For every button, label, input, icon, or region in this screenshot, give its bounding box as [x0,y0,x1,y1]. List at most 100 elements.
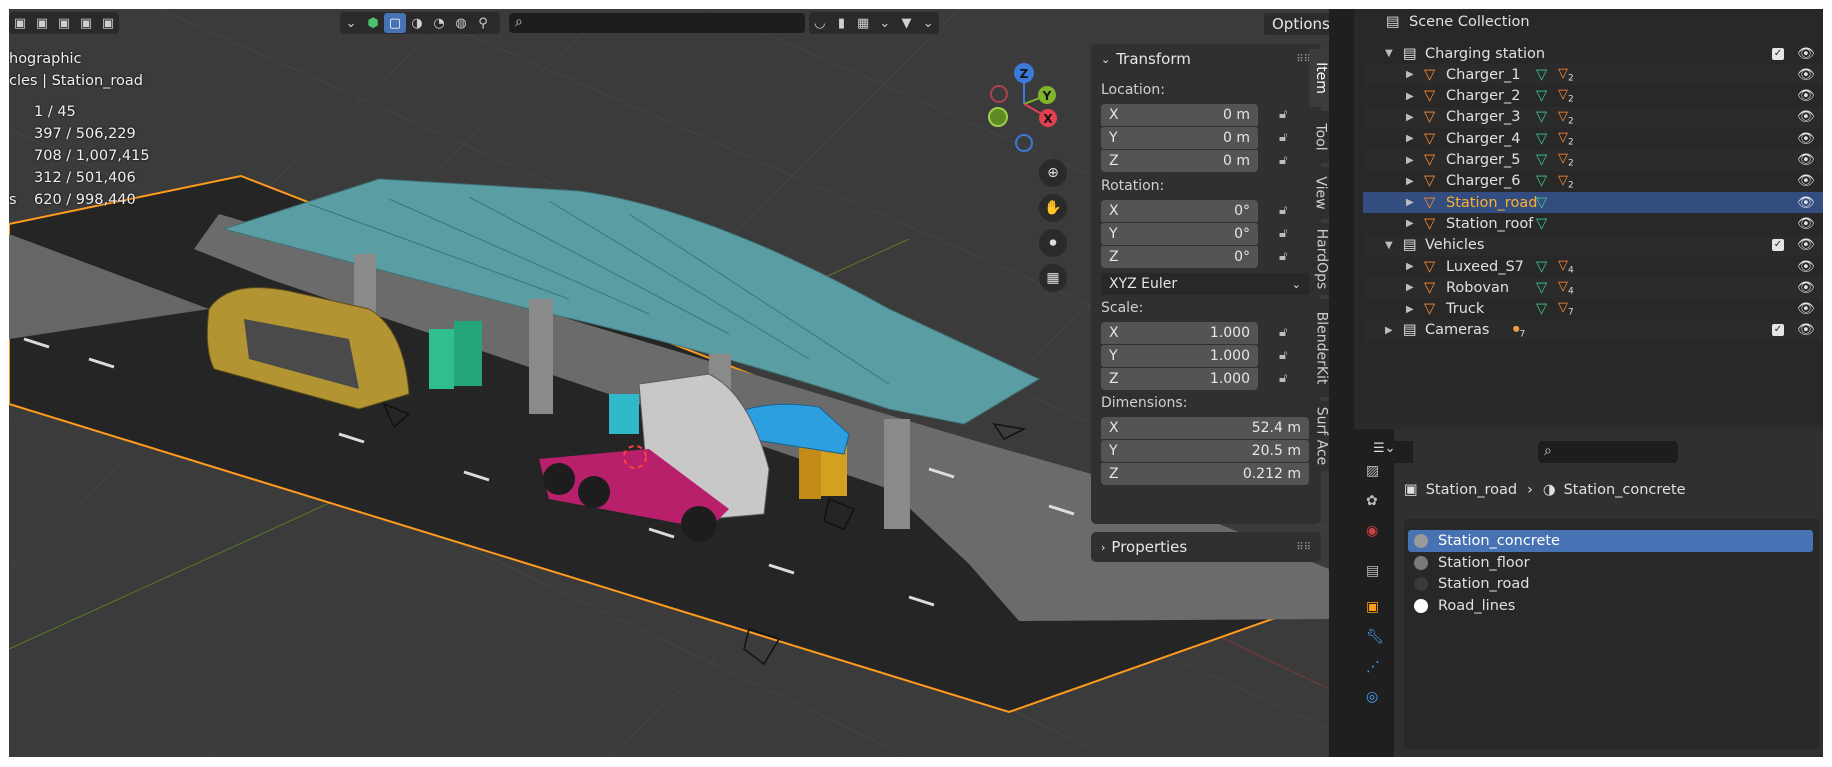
orbit-icon[interactable]: ◡ [809,13,831,33]
mesh-data-icon[interactable]: ▽ [1536,259,1547,275]
outliner-row[interactable]: ▶ ▽ Station_roof ▽ 👁︎ [1363,213,1823,234]
lock-icon[interactable]: 🔓︎ [1279,153,1297,169]
visibility-eye-icon[interactable]: 👁︎ [1797,46,1815,62]
outliner-row[interactable]: ▶ ▽ Charger_4 ▽ ▽2 👁︎ [1363,128,1823,149]
mesh-data-icon[interactable]: ▽ [1536,152,1547,168]
outliner-row[interactable]: ▶ ▤ Cameras ⏺7 ✓ 👁︎ [1363,319,1823,341]
outliner-row[interactable]: ▶ ▽ Charger_6 ▽ ▽2 👁︎ [1363,171,1823,192]
material-slot[interactable]: Station_road [1408,573,1813,595]
visibility-eye-icon[interactable]: 👁︎ [1797,109,1815,125]
tab-tool[interactable]: Tool [1309,111,1329,163]
lock-icon[interactable]: 🔓︎ [1279,203,1297,219]
lock-icon[interactable]: 🔓︎ [1279,130,1297,146]
zoom-icon[interactable]: ⊕ [1039,159,1067,187]
scale-x-field[interactable]: X 1.000 [1101,322,1258,344]
visibility-eye-icon[interactable]: 👁︎ [1797,216,1815,232]
outliner-row[interactable]: ▶ ▽ Charger_2 ▽ ▽2 👁︎ [1363,86,1823,107]
dimensions-x-field[interactable]: X 52.4 m [1101,417,1309,439]
row-badge[interactable]: ⏺7 [1513,322,1525,340]
row-badge[interactable]: ▽7 [1558,300,1574,318]
rotation-y-field[interactable]: Y 0° [1101,223,1258,245]
camera-view-icon[interactable]: ⏺ [1039,229,1067,257]
material-slot[interactable]: Station_floor [1408,552,1813,574]
physics-icon[interactable]: ◎ [1366,689,1378,705]
drag-handle-icon[interactable]: ⠿⠿ [1296,542,1311,553]
disclosure-closed-icon[interactable]: ▶ [1406,197,1414,208]
object-icon[interactable]: ▣ [1366,599,1379,615]
location-x-field[interactable]: X 0 m [1101,104,1258,126]
row-badge[interactable]: ▽2 [1558,87,1574,105]
disclosure-closed-icon[interactable]: ▶ [1385,325,1393,336]
chevron-down-icon[interactable]: ⌄ [340,13,362,33]
outliner-row[interactable]: ▶ ▽ Truck ▽ ▽7 👁︎ [1363,299,1823,320]
world-icon[interactable]: ◉ [1366,523,1378,539]
disclosure-closed-icon[interactable]: ▶ [1406,69,1414,80]
location-y-field[interactable]: Y 0 m [1101,127,1258,149]
editor-type-button[interactable]: ☰⌄ [1373,441,1413,463]
material-slot[interactable]: Station_concrete [1408,530,1813,552]
disclosure-closed-icon[interactable]: ▶ [1406,155,1414,166]
outliner-scene-collection[interactable]: ▤ Scene Collection [1354,11,1823,32]
visibility-eye-icon[interactable]: 👁︎ [1797,301,1815,317]
lock-icon[interactable]: 🔓︎ [1279,226,1297,242]
row-badge[interactable]: ▽4 [1558,258,1574,276]
rotation-mode-select[interactable]: XYZ Euler ⌄ [1101,273,1309,295]
disclosure-closed-icon[interactable]: ▶ [1406,112,1414,123]
mesh-data-icon[interactable]: ▽ [1536,195,1547,211]
render-icon[interactable]: ▨ [1366,463,1379,479]
dimensions-y-field[interactable]: Y 20.5 m [1101,440,1309,462]
outliner-row[interactable]: ▶ ▽ Robovan ▽ ▽4 👁︎ [1363,277,1823,299]
shading-icon[interactable]: ◍ [450,13,472,33]
rotation-x-field[interactable]: X 0° [1101,200,1258,222]
row-badge[interactable]: ▽2 [1558,66,1574,84]
object-types-icon[interactable]: ⬢ [362,13,384,33]
mesh-data-icon[interactable]: ▽ [1536,109,1547,125]
disclosure-closed-icon[interactable]: ▶ [1406,282,1414,293]
viewport-search-input[interactable]: ⌕ [509,13,805,33]
properties-search-input[interactable]: ⌕ [1538,441,1678,463]
pan-hand-icon[interactable]: ✋ [1039,194,1067,222]
tab-item[interactable]: Item [1309,49,1329,107]
lock-icon[interactable]: 🔓︎ [1279,107,1297,123]
outliner-row[interactable]: ▶ ▽ Charger_3 ▽ ▽2 👁︎ [1363,106,1823,128]
visibility-eye-icon[interactable]: 👁︎ [1797,195,1815,211]
options-button[interactable]: Options ⌄ [1263,12,1329,36]
disclosure-closed-icon[interactable]: ▶ [1406,176,1414,187]
mesh-data-icon[interactable]: ▽ [1536,88,1547,104]
row-badge[interactable]: ▽2 [1558,173,1574,191]
disclosure-closed-icon[interactable]: ▶ [1406,133,1414,144]
visibility-eye-icon[interactable]: 👁︎ [1797,259,1815,275]
disclosure-closed-icon[interactable]: ▶ [1406,304,1414,315]
lock-icon[interactable]: 🔓︎ [1279,325,1297,341]
scene-icon[interactable]: ✿ [1366,493,1378,509]
exclude-checkbox[interactable]: ✓ [1772,239,1784,252]
row-badge[interactable]: ▽4 [1558,279,1574,297]
mesh-data-icon[interactable]: ▽ [1536,173,1547,189]
select-box-icon[interactable]: ▢ [384,13,406,33]
outliner-row[interactable]: ▼ ▤ Vehicles ✓ 👁︎ [1363,234,1823,256]
mesh-data-icon[interactable]: ▽ [1536,67,1547,83]
bookmark-icon[interactable]: ▮ [831,13,853,33]
outliner-row[interactable]: ▶ ▽ Luxeed_S7 ▽ ▽4 👁︎ [1363,256,1823,277]
overlay-icon[interactable]: ◔ [428,13,450,33]
dimensions-z-field[interactable]: Z 0.212 m [1101,463,1309,485]
scale-z-field[interactable]: Z 1.000 [1101,368,1258,390]
rotation-z-field[interactable]: Z 0° [1101,246,1258,268]
particles-icon[interactable]: ⋰ [1366,659,1380,675]
mesh-data-icon[interactable]: ▽ [1536,216,1547,232]
properties-panel[interactable]: › Properties ⠿⠿ [1091,532,1321,562]
select-intersect-icon[interactable]: ▣ [97,13,119,33]
visibility-eye-icon[interactable]: 👁︎ [1797,131,1815,147]
outliner-row[interactable]: ▶ ▽ Charger_1 ▽ ▽2 👁︎ [1363,64,1823,86]
select-invert-icon[interactable]: ▣ [75,13,97,33]
layout-icon[interactable]: ▦ [852,13,874,33]
exclude-checkbox[interactable]: ✓ [1772,47,1784,60]
area-divider[interactable] [1329,9,1354,757]
lock-icon[interactable]: 🔓︎ [1279,371,1297,387]
visibility-eye-icon[interactable]: 👁︎ [1797,322,1815,338]
disclosure-closed-icon[interactable]: ▶ [1406,261,1414,272]
visibility-eye-icon[interactable]: 👁︎ [1797,237,1815,253]
modifier-icon[interactable]: 🔧︎ [1366,629,1384,645]
lock-icon[interactable]: 🔓︎ [1279,348,1297,364]
tab-surf-ace[interactable]: Surf Ace [1309,401,1329,471]
